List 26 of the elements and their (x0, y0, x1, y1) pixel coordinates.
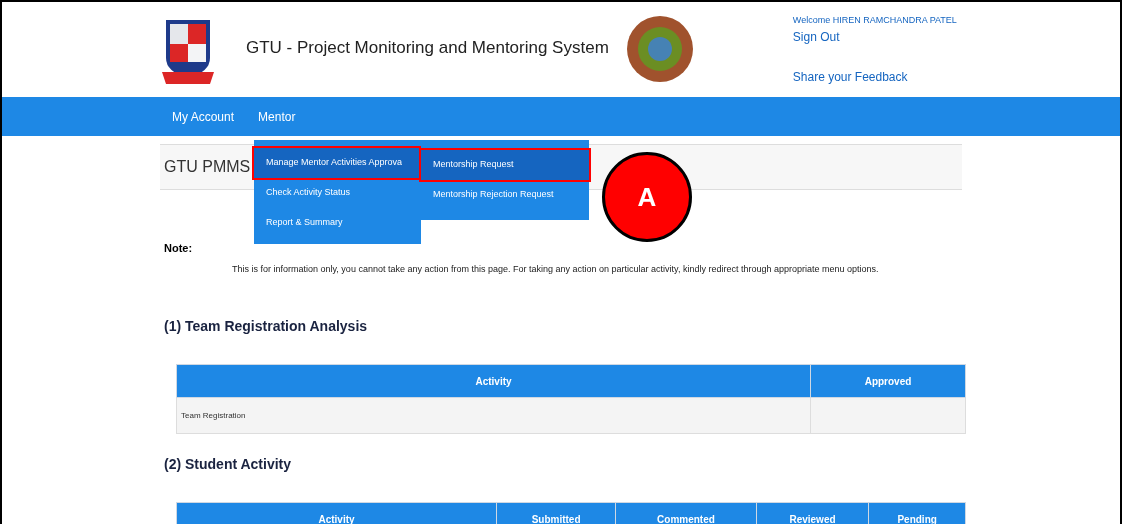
callout-marker: A (602, 152, 692, 242)
column-header: Submitted (496, 502, 616, 524)
column-header: Approved (810, 364, 966, 398)
table-cell: Team Registration (181, 410, 246, 420)
nav-item[interactable]: Mentor (258, 107, 296, 126)
emblem-logo-icon (624, 14, 695, 84)
column-header: Pending (868, 502, 966, 524)
welcome-text: Welcome HIREN RAMCHANDRA PATEL (792, 14, 957, 27)
menu-item[interactable]: Manage Mentor Activities Approva (254, 148, 421, 178)
section-heading: (2) Student Activity (164, 455, 293, 474)
column-header: Commented (615, 502, 757, 524)
note-text: This is for information only, you cannot take any action from this page. For taking any action on particular activity, kindly redirect through appropriate menu options. (232, 262, 880, 276)
menu-item[interactable]: Mentorship Rejection Request (421, 180, 589, 210)
column-header: Reviewed (756, 502, 869, 524)
note-heading: Note: (164, 241, 194, 256)
nav-item[interactable]: My Account (172, 107, 235, 126)
menu-item[interactable]: Report & Summary (254, 208, 421, 238)
menu-item[interactable]: Mentorship Request (421, 150, 589, 180)
page-title: GTU PMMS (164, 157, 251, 177)
site-title: GTU - Project Monitoring and Mentoring System (246, 37, 609, 59)
column-header: Activity (176, 364, 811, 398)
menu-item[interactable]: Check Activity Status (254, 178, 421, 208)
sign-out-link[interactable]: Sign Out (792, 27, 957, 46)
column-header: Activity (176, 502, 497, 524)
feedback-link[interactable]: Share your Feedback (792, 67, 957, 86)
section-heading: (1) Team Registration Analysis (164, 317, 369, 336)
